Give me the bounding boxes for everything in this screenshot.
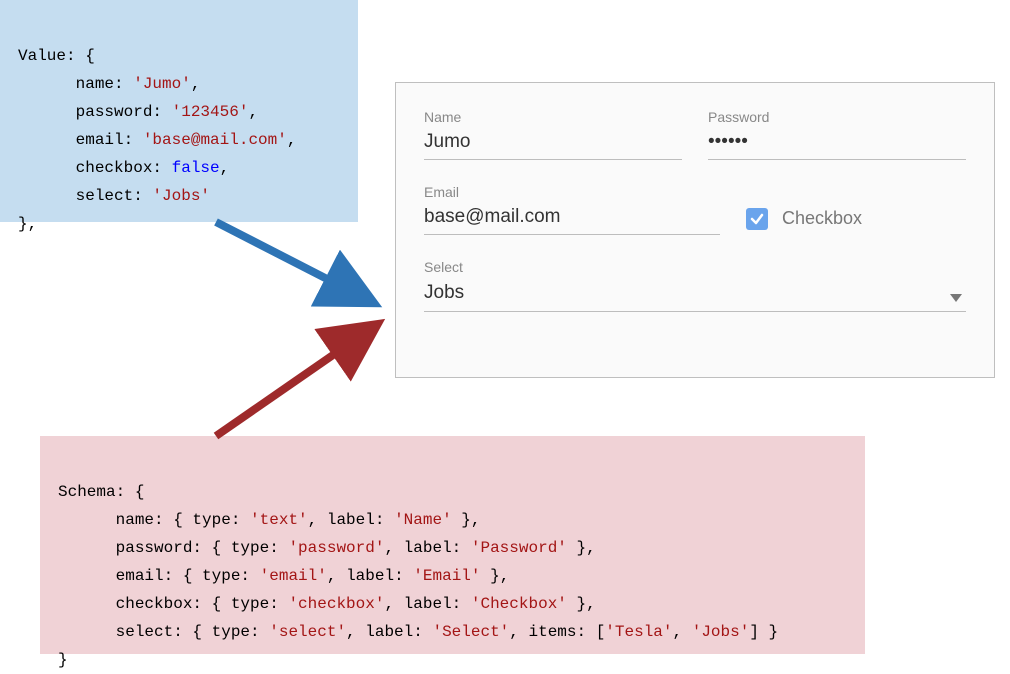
select-input[interactable]: Jobs <box>424 279 966 312</box>
checkbox-field-container: Checkbox <box>746 202 966 235</box>
name-input[interactable] <box>424 129 682 160</box>
value-name-val: 'Jumo' <box>133 75 191 93</box>
schema-password-pre: password: { type: <box>58 539 288 557</box>
schema-checkbox-mid: , label: <box>384 595 470 613</box>
schema-select-label: 'Select' <box>432 623 509 641</box>
value-password-key: password <box>76 103 153 121</box>
schema-select-post: ] } <box>749 623 778 641</box>
value-checkbox-colon: : <box>152 159 171 177</box>
schema-name-pre: name: { type: <box>58 511 250 529</box>
schema-password-post: }, <box>567 539 596 557</box>
schema-name-type: 'text' <box>250 511 308 529</box>
value-select-key: select <box>76 187 134 205</box>
select-field-container: Select Jobs <box>424 259 966 312</box>
checkbox-label: Checkbox <box>782 208 862 229</box>
value-select-colon: : <box>133 187 152 205</box>
schema-name-post: }, <box>452 511 481 529</box>
form-row-1: Name Password <box>424 109 966 160</box>
schema-checkbox-label: 'Checkbox' <box>471 595 567 613</box>
name-label: Name <box>424 109 682 125</box>
schema-checkbox-pre: checkbox: { type: <box>58 595 288 613</box>
schema-code-block: Schema: { name: { type: 'text', label: '… <box>40 436 865 654</box>
check-icon <box>749 211 765 227</box>
schema-select-sep: , <box>673 623 692 641</box>
arrow-red <box>216 328 372 436</box>
schema-header: Schema: { <box>58 483 144 501</box>
schema-email-pre: email: { type: <box>58 567 260 585</box>
value-code-block: Value: { name: 'Jumo', password: '123456… <box>0 0 358 222</box>
value-checkbox-val: false <box>172 159 220 177</box>
value-email-colon: : <box>124 131 143 149</box>
schema-select-pre: select: { type: <box>58 623 269 641</box>
form-panel: Name Password Email Checkbox Select Jobs <box>395 82 995 378</box>
schema-checkbox-type: 'checkbox' <box>288 595 384 613</box>
password-field-container: Password <box>708 109 966 160</box>
schema-name-label: 'Name' <box>394 511 452 529</box>
schema-select-mid: , label: <box>346 623 432 641</box>
schema-footer: } <box>58 651 68 669</box>
schema-select-item2: 'Jobs' <box>692 623 750 641</box>
value-checkbox-key: checkbox <box>76 159 153 177</box>
name-field-container: Name <box>424 109 682 160</box>
arrow-blue <box>216 222 368 300</box>
password-input[interactable] <box>708 129 966 160</box>
checkbox-input[interactable] <box>746 208 768 230</box>
schema-email-label: 'Email' <box>413 567 480 585</box>
value-password-colon: : <box>152 103 171 121</box>
value-name-colon: : <box>114 75 133 93</box>
value-email-comma: , <box>287 131 297 149</box>
schema-password-type: 'password' <box>288 539 384 557</box>
value-header: Value: { <box>18 47 95 65</box>
email-field-container: Email <box>424 184 720 235</box>
schema-select-items-pre: , items: [ <box>509 623 605 641</box>
value-footer: }, <box>18 215 37 233</box>
value-name-comma: , <box>191 75 201 93</box>
value-password-comma: , <box>248 103 258 121</box>
schema-select-item1: 'Tesla' <box>605 623 672 641</box>
email-input[interactable] <box>424 204 720 235</box>
email-label: Email <box>424 184 720 200</box>
schema-name-mid: , label: <box>308 511 394 529</box>
schema-email-type: 'email' <box>260 567 327 585</box>
select-label: Select <box>424 259 966 275</box>
value-select-val: 'Jobs' <box>152 187 210 205</box>
chevron-down-icon[interactable] <box>950 294 962 302</box>
form-row-3: Select Jobs <box>424 259 966 312</box>
value-email-key: email <box>76 131 124 149</box>
schema-email-mid: , label: <box>327 567 413 585</box>
password-label: Password <box>708 109 966 125</box>
schema-password-mid: , label: <box>384 539 470 557</box>
value-name-key: name <box>76 75 114 93</box>
form-row-2: Email Checkbox <box>424 184 966 235</box>
value-checkbox-comma: , <box>220 159 230 177</box>
value-email-val: 'base@mail.com' <box>143 131 287 149</box>
schema-checkbox-post: }, <box>567 595 596 613</box>
schema-select-type: 'select' <box>269 623 346 641</box>
schema-email-post: }, <box>481 567 510 585</box>
value-password-val: '123456' <box>172 103 249 121</box>
schema-password-label: 'Password' <box>471 539 567 557</box>
